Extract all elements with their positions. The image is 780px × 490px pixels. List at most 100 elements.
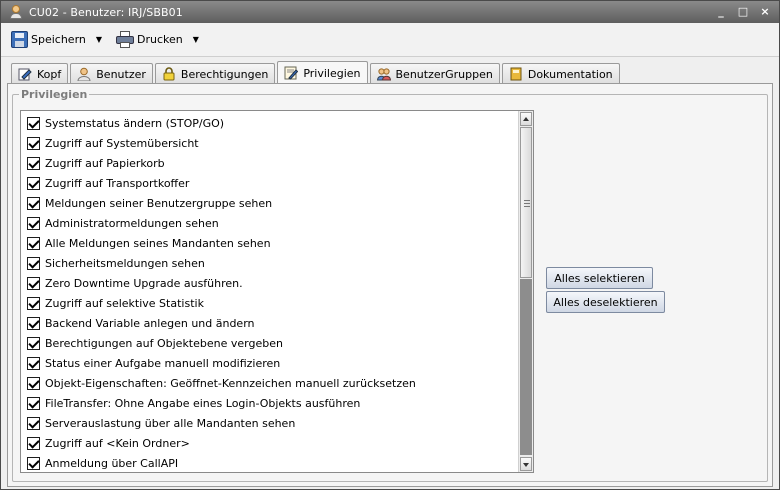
chevron-down-icon[interactable]: ▼ <box>96 35 102 44</box>
privilege-checkbox[interactable] <box>27 156 40 170</box>
lock-icon <box>162 67 176 81</box>
tab-bar: Kopf Benutzer Berechtigungen Privilegien… <box>11 61 622 84</box>
privilege-item[interactable]: Objekt-Eigenschaften: Geöffnet-Kennzeich… <box>27 373 416 393</box>
privilege-item[interactable]: Sicherheitsmeldungen sehen <box>27 253 205 273</box>
window-title: CU02 - Benutzer: IRJ/SBB01 <box>29 5 183 19</box>
privilege-checkbox[interactable] <box>27 236 40 250</box>
chevron-down-icon[interactable]: ▼ <box>193 35 199 44</box>
tab-label: BenutzerGruppen <box>395 67 493 81</box>
privilege-label: Zero Downtime Upgrade ausführen. <box>45 276 243 290</box>
edit-icon <box>18 67 32 81</box>
maximize-button[interactable]: □ <box>735 4 751 19</box>
privilege-checkbox[interactable] <box>27 396 40 410</box>
privilege-item[interactable]: Zero Downtime Upgrade ausführen. <box>27 273 243 293</box>
user-icon <box>77 67 91 82</box>
privileges-list[interactable]: Systemstatus ändern (STOP/GO) Zugriff auf… <box>20 110 534 473</box>
privilege-checkbox[interactable] <box>27 436 40 450</box>
vertical-scrollbar[interactable] <box>518 111 533 472</box>
privilege-checkbox[interactable] <box>27 216 40 230</box>
deselect-all-button[interactable]: Alles deselektieren <box>546 291 665 313</box>
scroll-up-icon[interactable] <box>520 112 532 126</box>
privilege-item[interactable]: Status einer Aufgabe manuell modifiziere… <box>27 353 280 373</box>
privilege-label: Status einer Aufgabe manuell modifiziere… <box>45 356 281 370</box>
tab-berechtigungen[interactable]: Berechtigungen <box>154 63 276 84</box>
privilege-label: Objekt-Eigenschaften: Geöffnet-Kennzeich… <box>45 376 416 390</box>
privilege-checkbox[interactable] <box>27 176 40 190</box>
book-icon <box>509 67 523 81</box>
privilege-item[interactable]: Zugriff auf <Kein Ordner> <box>27 433 190 453</box>
privilege-label: Zugriff auf Transportkoffer <box>45 176 190 190</box>
title-bar: CU02 - Benutzer: IRJ/SBB01 _ □ × <box>1 1 779 23</box>
privileges-group: Privilegien Systemstatus ändern (STOP/GO… <box>12 88 768 482</box>
privilege-label: Serverauslastung über alle Mandanten seh… <box>45 416 296 430</box>
users-group-icon <box>376 67 391 81</box>
certificate-icon <box>284 66 299 80</box>
user-icon <box>9 5 23 19</box>
save-label: Speichern <box>31 33 86 46</box>
group-legend: Privilegien <box>19 88 90 101</box>
privilege-item[interactable]: Backend Variable anlegen und ändern <box>27 313 255 333</box>
privilege-label: Systemstatus ändern (STOP/GO) <box>45 116 225 130</box>
printer-icon <box>116 31 135 48</box>
tab-label: Berechtigungen <box>180 67 269 81</box>
app-window: CU02 - Benutzer: IRJ/SBB01 _ □ × Speiche… <box>0 0 780 490</box>
privilege-item[interactable]: Zugriff auf selektive Statistik <box>27 293 204 313</box>
privilege-label: Meldungen seiner Benutzergruppe sehen <box>45 196 273 210</box>
privilege-label: Zugriff auf selektive Statistik <box>45 296 204 310</box>
tab-benutzergruppen[interactable]: BenutzerGruppen <box>369 63 500 84</box>
privilege-checkbox[interactable] <box>27 316 40 330</box>
privilege-label: Anmeldung über CallAPI <box>45 456 179 470</box>
tab-panel-privilegien: Privilegien Systemstatus ändern (STOP/GO… <box>7 83 773 487</box>
privilege-checkbox[interactable] <box>27 456 40 470</box>
privilege-item[interactable]: FileTransfer: Ohne Angabe eines Login-Ob… <box>27 393 360 413</box>
privilege-item[interactable]: Administratormeldungen sehen <box>27 213 219 233</box>
privilege-label: Zugriff auf Papierkorb <box>45 156 165 170</box>
tab-label: Kopf <box>37 67 62 81</box>
privilege-checkbox[interactable] <box>27 116 40 130</box>
tab-benutzer[interactable]: Benutzer <box>70 63 153 84</box>
privilege-item[interactable]: Zugriff auf Systemübersicht <box>27 133 199 153</box>
privilege-item[interactable]: Serverauslastung über alle Mandanten seh… <box>27 413 295 433</box>
privilege-item[interactable]: Meldungen seiner Benutzergruppe sehen <box>27 193 272 213</box>
tab-label: Benutzer <box>96 67 146 81</box>
tab-dokumentation[interactable]: Dokumentation <box>501 63 620 84</box>
privilege-item[interactable]: Alle Meldungen seines Mandanten sehen <box>27 233 271 253</box>
privilege-item[interactable]: Berechtigungen auf Objektebene vergeben <box>27 333 283 353</box>
privilege-item[interactable]: Zugriff auf Transportkoffer <box>27 173 189 193</box>
print-button[interactable]: Drucken ▼ <box>112 28 203 52</box>
privilege-label: Administratormeldungen sehen <box>45 216 219 230</box>
privilege-checkbox[interactable] <box>27 136 40 150</box>
privilege-checkbox[interactable] <box>27 256 40 270</box>
privilege-label: FileTransfer: Ohne Angabe eines Login-Ob… <box>45 396 361 410</box>
privilege-checkbox[interactable] <box>27 276 40 290</box>
scrollbar-track[interactable] <box>520 279 532 455</box>
print-label: Drucken <box>137 33 183 46</box>
minimize-button[interactable]: _ <box>713 4 729 19</box>
scroll-down-icon[interactable] <box>520 457 532 471</box>
privilege-checkbox[interactable] <box>27 376 40 390</box>
privilege-label: Backend Variable anlegen und ändern <box>45 316 255 330</box>
tab-label: Privilegien <box>303 66 361 80</box>
privilege-item[interactable]: Zugriff auf Papierkorb <box>27 153 165 173</box>
grip-icon <box>524 200 530 207</box>
save-button[interactable]: Speichern ▼ <box>7 28 106 52</box>
privilege-checkbox[interactable] <box>27 196 40 210</box>
privilege-checkbox[interactable] <box>27 416 40 430</box>
privilege-item[interactable]: Anmeldung über CallAPI <box>27 453 179 472</box>
privilege-label: Zugriff auf <Kein Ordner> <box>45 436 190 450</box>
privilege-checkbox[interactable] <box>27 336 40 350</box>
privilege-label: Berechtigungen auf Objektebene vergeben <box>45 336 283 350</box>
privilege-checkbox[interactable] <box>27 296 40 310</box>
select-all-button[interactable]: Alles selektieren <box>546 267 653 289</box>
tab-kopf[interactable]: Kopf <box>11 63 69 84</box>
scrollbar-thumb[interactable] <box>520 127 532 278</box>
toolbar: Speichern ▼ Drucken ▼ <box>1 23 779 57</box>
window-controls: _ □ × <box>713 4 773 19</box>
privilege-label: Zugriff auf Systemübersicht <box>45 136 199 150</box>
privilege-checkbox[interactable] <box>27 356 40 370</box>
privilege-item[interactable]: Systemstatus ändern (STOP/GO) <box>27 113 224 133</box>
tab-privilegien[interactable]: Privilegien <box>277 61 368 84</box>
floppy-disk-icon <box>11 31 28 48</box>
privilege-label: Sicherheitsmeldungen sehen <box>45 256 205 270</box>
close-button[interactable]: × <box>757 4 773 19</box>
